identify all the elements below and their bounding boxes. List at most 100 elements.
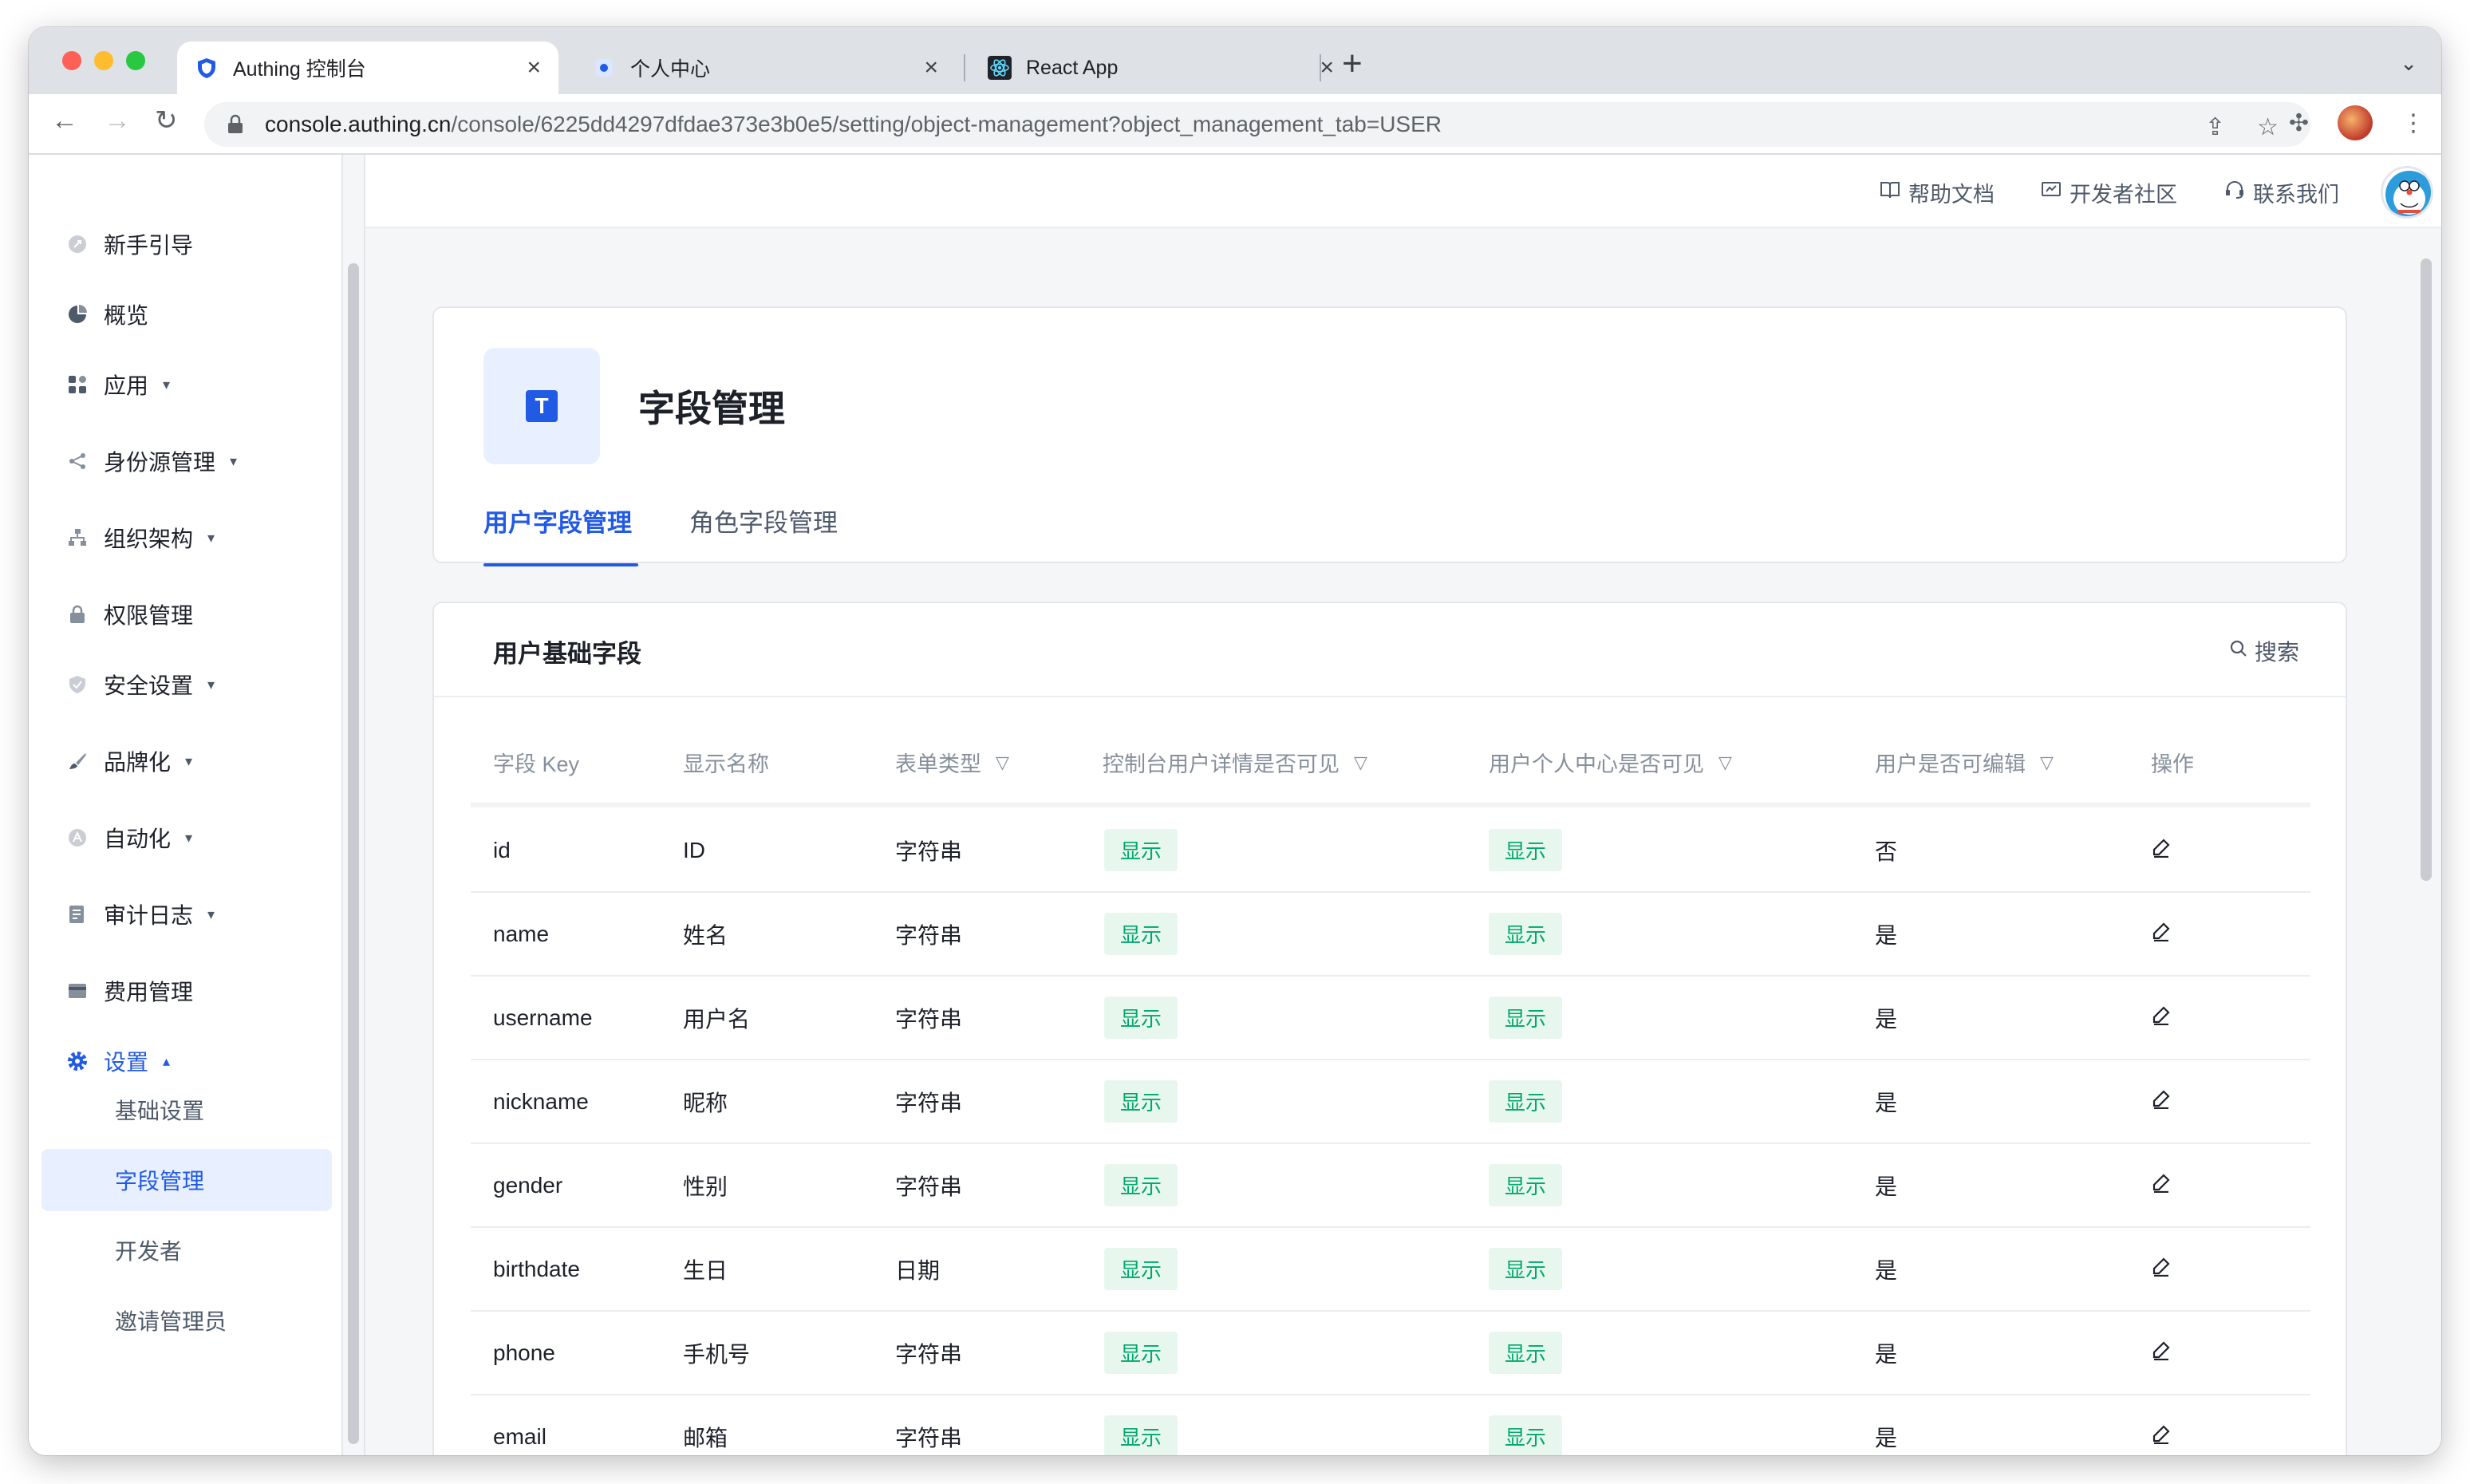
close-tab-icon[interactable]: × [527,56,541,80]
fields-table-card: 用户基础字段 搜索 字段 Key 显示名称 表单类型 ▽ 控制台用户详情是否可见 ▽… [432,602,2347,1455]
star-icon[interactable]: ☆ [2257,113,2279,141]
lock-icon [67,604,88,625]
visibility-badge: 显示 [1104,913,1178,955]
sidebar-item-apps[interactable]: 应用 ▾ [67,361,170,408]
cell-form-type-text: 字符串 [895,1425,963,1450]
sidebar-item-label: 身份源管理 [104,450,216,475]
more-menu-icon[interactable]: ⋮ [2401,109,2425,137]
cell-form-type-text: 字符串 [895,1341,963,1367]
cell-display-name: 用户名 [683,977,750,1059]
cell-editable-text: 是 [1875,1257,1898,1283]
cell-center-visible: 显示 [1489,977,1563,1059]
minimize-window-button[interactable] [94,51,113,70]
browser-tab-react[interactable]: React App × [970,41,1351,94]
edit-icon[interactable] [2151,837,2172,863]
browser-toolbar: ← → ↻ console.authing.cn/console/6225dd4… [29,94,2441,155]
filter-icon[interactable]: ▽ [2040,752,2054,773]
table-row: name 姓名 字符串 显示 显示 是 [471,893,2310,977]
share-icon[interactable]: ⇪ [2205,113,2225,141]
edit-icon[interactable] [2151,1256,2172,1282]
sidebar-subitem-basic-settings[interactable]: 基础设置 [41,1079,332,1141]
filter-icon[interactable]: ▽ [1718,752,1732,773]
sidebar-item-overview[interactable]: 概览 [67,290,148,338]
reload-icon[interactable]: ↻ [155,107,178,134]
column-header-console-visible[interactable]: 控制台用户详情是否可见 ▽ [1103,747,1367,778]
cell-actions [2151,977,2172,1059]
column-header-form-type[interactable]: 表单类型 ▽ [895,747,1009,778]
filter-icon[interactable]: ▽ [996,752,1009,773]
tab-role-fields[interactable]: 角色字段管理 [689,503,838,539]
cell-field-key-text: gender [493,1172,563,1198]
sidebar-item-identity-sources[interactable]: 身份源管理 ▾ [67,437,237,485]
sidebar-item-audit-log[interactable]: 审计日志 ▾ [67,890,215,938]
cell-form-type-text: 字符串 [895,1006,963,1032]
help-docs-link[interactable]: 帮助文档 [1880,177,1995,208]
back-arrow-icon[interactable]: ← [51,107,78,134]
column-header-editable[interactable]: 用户是否可编辑 ▽ [1875,747,2054,778]
edit-icon[interactable] [2151,1172,2172,1198]
sidebar-item-branding[interactable]: 品牌化 ▾ [67,737,192,785]
edit-icon[interactable] [2151,1088,2172,1115]
cell-editable-text: 是 [1875,922,1898,948]
sidebar-item-settings[interactable]: 设置 ▴ [67,1037,170,1085]
edit-icon[interactable] [2151,1004,2172,1031]
cell-editable-text: 是 [1875,1006,1898,1032]
sidebar-subitem-invite-admin[interactable]: 邀请管理员 [41,1289,332,1352]
new-tab-plus-icon[interactable]: + [1342,46,1363,81]
user-avatar[interactable] [2381,166,2433,219]
sidebar-subitem-field-management[interactable]: 字段管理 [41,1149,332,1211]
sidebar-item-permissions[interactable]: 权限管理 [67,590,193,638]
tab-user-fields[interactable]: 用户字段管理 [483,503,632,539]
sidebar-scrollbar[interactable] [348,263,359,1444]
profile-avatar[interactable] [2338,105,2373,140]
cell-editable-text: 是 [1875,1090,1898,1115]
cell-field-key: email [493,1395,546,1455]
table-header-divider [471,803,2310,807]
close-tab-icon[interactable]: × [924,56,938,80]
extensions-puzzle-icon[interactable]: ✣ [2289,109,2309,137]
cell-field-key: nickname [493,1060,589,1143]
cell-console-visible: 显示 [1104,809,1178,891]
help-docs-label: 帮助文档 [1908,183,1995,207]
sidebar-item-automation[interactable]: 自动化 ▾ [67,814,192,862]
sidebar-item-organization[interactable]: 组织架构 ▾ [67,514,215,562]
cell-form-type-text: 字符串 [895,1090,963,1115]
table-row: phone 手机号 字符串 显示 显示 是 [471,1312,2310,1395]
browser-tab-profile[interactable]: 个人中心 × [574,41,956,94]
address-bar[interactable]: console.authing.cn/console/6225dd4297dfd… [204,102,2310,147]
cell-display-name-text: 性别 [683,1174,728,1199]
sidebar-item-billing[interactable]: 费用管理 [67,967,193,1015]
browser-tab-authing[interactable]: Authing 控制台 × [177,41,558,94]
maximize-window-button[interactable] [126,51,145,70]
close-window-button[interactable] [62,51,81,70]
content-scrollbar[interactable] [2421,259,2432,881]
cell-console-visible: 显示 [1104,977,1178,1059]
visibility-badge: 显示 [1489,1164,1563,1206]
filter-icon[interactable]: ▽ [1354,752,1367,773]
contact-us-link[interactable]: 联系我们 [2224,177,2339,208]
edit-icon[interactable] [2151,1340,2172,1366]
close-tab-icon[interactable]: × [1320,56,1334,80]
edit-icon[interactable] [2151,921,2172,947]
chevron-down-icon: ▾ [230,452,238,469]
sidebar-subitem-label: 邀请管理员 [115,1309,227,1334]
visibility-badge: 显示 [1489,1248,1563,1290]
sidebar-subitem-developer[interactable]: 开发者 [41,1219,332,1281]
sidebar-item-onboarding[interactable]: 新手引导 [67,220,193,268]
cell-field-key: id [493,809,511,891]
cell-editable: 否 [1875,809,1897,891]
visibility-badge: 显示 [1104,1415,1178,1455]
search-button[interactable]: 搜索 [2229,635,2299,667]
cell-console-visible: 显示 [1104,1228,1178,1310]
sidebar-item-security[interactable]: 安全设置 ▾ [67,661,215,708]
brush-icon [67,751,88,772]
cell-form-type: 字符串 [895,893,962,975]
tab-separator [1320,54,1321,81]
column-header-center-visible[interactable]: 用户个人中心是否可见 ▽ [1489,747,1732,778]
forward-arrow-icon[interactable]: → [104,107,131,134]
cell-editable: 是 [1875,977,1897,1059]
edit-icon[interactable] [2151,1423,2172,1450]
developer-community-link[interactable]: 开发者社区 [2041,177,2177,208]
chevron-down-icon[interactable]: ⌄ [2400,51,2417,76]
shield-check-icon [67,674,88,695]
